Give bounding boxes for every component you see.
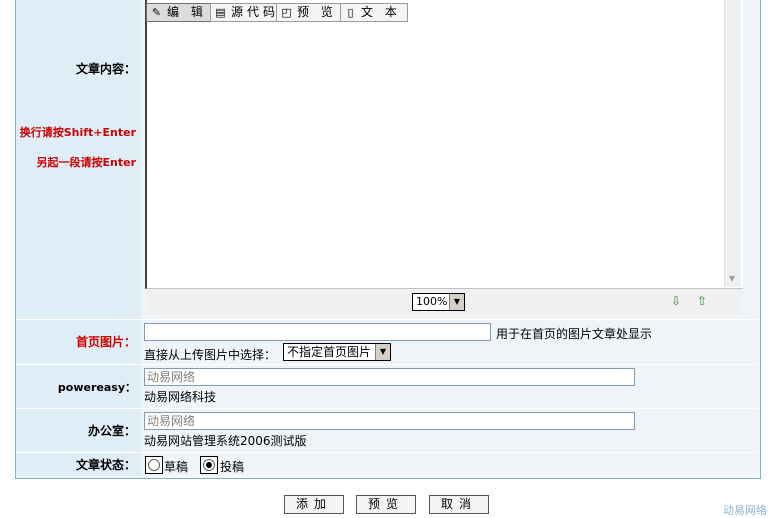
editor-scrollbar[interactable] <box>724 0 741 287</box>
cancel-button[interactable]: 取消 <box>429 495 489 514</box>
radio-ring <box>148 459 160 471</box>
office-input[interactable]: 动易网络 <box>144 412 635 430</box>
chevron-down-icon[interactable]: ▼ <box>449 294 464 310</box>
scroll-down-icon[interactable]: ▼ <box>725 272 739 286</box>
zoom-out-icon[interactable]: ⇧ <box>694 293 710 309</box>
powereasy-label-cell: powereasy： <box>16 365 142 408</box>
zoom-in-icon[interactable]: ⇩ <box>668 293 684 309</box>
status-label-cell: 文章状态： <box>16 453 142 476</box>
content-editor[interactable] <box>145 0 743 289</box>
office-desc: 动易网站管理系统2006测试版 <box>144 434 307 448</box>
hint-enter: 另起一段请按Enter <box>36 156 137 169</box>
home-image-hint: 用于在首页的图片文章处显示 <box>496 327 653 341</box>
source-mode-label: 源代码 <box>231 5 280 19</box>
edit-mode-button[interactable]: ✎ 编 辑 <box>146 3 214 22</box>
home-image-select[interactable]: 不指定首页图片 ▼ <box>283 343 391 361</box>
submit-radio[interactable] <box>200 456 218 474</box>
home-image-label: 首页图片： <box>75 335 136 349</box>
zoom-select[interactable]: 100% ▼ <box>412 293 465 311</box>
home-image-select-value: 不指定首页图片 <box>287 345 372 359</box>
draft-radio[interactable] <box>145 456 163 474</box>
zoom-value: 100% <box>416 295 448 308</box>
office-label-cell: 办公室： <box>16 409 142 452</box>
upload-select-label: 直接从上传图片中选择： <box>144 348 277 362</box>
status-label: 文章状态： <box>75 458 136 472</box>
edit-mode-label: 编 辑 <box>167 5 207 19</box>
radio-selected-dot <box>206 462 212 468</box>
hint-shift-enter: 换行请按Shift+Enter <box>19 126 136 139</box>
preview-button[interactable]: 预览 <box>356 495 416 514</box>
submit-label: 投稿 <box>220 460 245 474</box>
home-image-input[interactable] <box>144 323 491 341</box>
watermark: 动易网络 <box>723 504 767 517</box>
text-mode-button[interactable]: ▯ 文 本 <box>340 3 408 22</box>
home-image-label-cell: 首页图片： <box>16 320 142 364</box>
preview-mode-label: 预 览 <box>297 5 337 19</box>
add-button[interactable]: 添加 <box>284 495 344 514</box>
text-icon: ▯ <box>347 6 354 19</box>
office-label: 办公室： <box>87 424 136 438</box>
draft-label: 草稿 <box>164 460 189 474</box>
edit-icon: ✎ <box>151 6 162 19</box>
chevron-down-icon[interactable]: ▼ <box>375 344 390 360</box>
text-mode-label: 文 本 <box>361 5 401 19</box>
powereasy-input[interactable]: 动易网络 <box>144 368 635 386</box>
source-icon: ▤ <box>215 6 226 19</box>
powereasy-label: powereasy： <box>57 381 136 394</box>
preview-icon: ◰ <box>281 6 292 19</box>
powereasy-desc: 动易网络科技 <box>144 390 217 404</box>
content-label: 文章内容： <box>75 62 136 76</box>
source-mode-button[interactable]: ▤ 源代码 <box>210 3 287 22</box>
preview-mode-button[interactable]: ◰ 预 览 <box>276 3 344 22</box>
content-label-cell: 文章内容： 换行请按Shift+Enter 另起一段请按Enter <box>16 0 142 319</box>
